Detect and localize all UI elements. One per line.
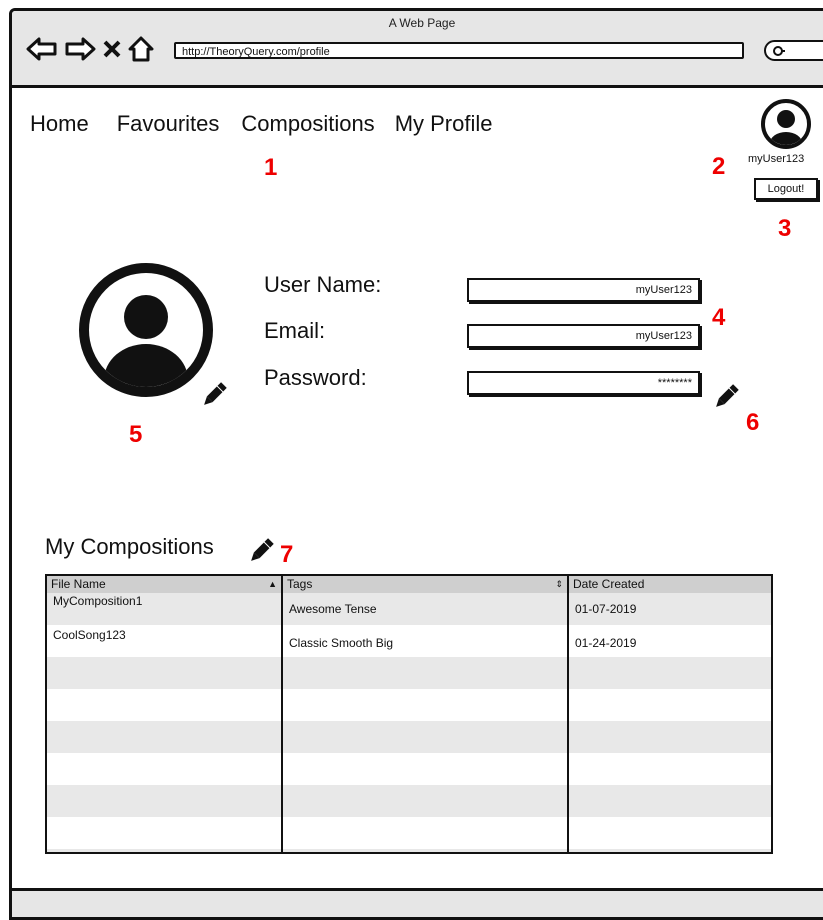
cell-file-name: MyComposition1 bbox=[53, 594, 143, 608]
nav-favourites[interactable]: Favourites bbox=[117, 111, 220, 137]
cell-file-name: CoolSong123 bbox=[53, 628, 126, 642]
pencil-icon[interactable] bbox=[710, 381, 742, 413]
pencil-icon[interactable] bbox=[198, 379, 230, 411]
nav-my-profile[interactable]: My Profile bbox=[395, 111, 493, 137]
annotation-5: 5 bbox=[129, 421, 143, 448]
profile-avatar-icon bbox=[79, 263, 213, 397]
status-bar bbox=[12, 888, 823, 917]
browser-window: A Web Page http://TheoryQuery.com/profil… bbox=[9, 8, 823, 920]
search-icon bbox=[773, 46, 785, 56]
header-username: myUser123 bbox=[748, 153, 805, 165]
browser-chrome: A Web Page http://TheoryQuery.com/profil… bbox=[12, 11, 823, 88]
annotation-6: 6 bbox=[746, 409, 760, 436]
annotation-2: 2 bbox=[712, 153, 726, 180]
username-label: User Name: bbox=[264, 272, 382, 297]
pencil-icon[interactable] bbox=[245, 535, 277, 567]
back-arrow-icon[interactable] bbox=[26, 37, 58, 61]
main-nav: Home Favourites Compositions My Profile bbox=[30, 111, 520, 137]
annotation-3: 3 bbox=[778, 215, 792, 242]
username-field[interactable]: myUser123 bbox=[467, 278, 700, 302]
forward-arrow-icon[interactable] bbox=[64, 37, 96, 61]
sort-asc-icon[interactable]: ▲ bbox=[268, 576, 277, 593]
sort-updown-icon[interactable]: ⇕ bbox=[555, 576, 563, 593]
cell-date: 01-24-2019 bbox=[575, 636, 637, 650]
compositions-title: My Compositions bbox=[45, 534, 214, 559]
user-avatar-icon[interactable] bbox=[761, 99, 811, 149]
nav-home[interactable]: Home bbox=[30, 111, 89, 137]
cell-tags: Classic Smooth Big bbox=[289, 636, 394, 650]
cell-tags: Awesome Tense bbox=[289, 602, 377, 616]
close-icon[interactable] bbox=[102, 37, 122, 61]
email-field[interactable]: myUser123 bbox=[467, 324, 700, 348]
url-bar[interactable]: http://TheoryQuery.com/profile bbox=[174, 42, 744, 59]
email-label: Email: bbox=[264, 318, 326, 343]
password-field[interactable]: ******** bbox=[467, 371, 700, 395]
annotation-7: 7 bbox=[280, 541, 294, 568]
home-icon[interactable] bbox=[128, 36, 154, 62]
compositions-table: File Name ▲ Tags ⇕ Date Created MyCompos… bbox=[45, 574, 773, 854]
cell-date: 01-07-2019 bbox=[575, 602, 637, 616]
nav-compositions[interactable]: Compositions bbox=[241, 111, 374, 137]
column-header-date-created[interactable]: Date Created bbox=[569, 576, 771, 593]
browser-search[interactable] bbox=[764, 40, 823, 61]
column-header-tags[interactable]: Tags ⇕ bbox=[283, 576, 567, 593]
column-header-file-name[interactable]: File Name ▲ bbox=[47, 576, 281, 593]
annotation-4: 4 bbox=[712, 304, 726, 331]
window-title: A Web Page bbox=[388, 16, 456, 30]
logout-button[interactable]: Logout! bbox=[754, 178, 818, 200]
password-label: Password: bbox=[264, 365, 367, 390]
annotation-1: 1 bbox=[264, 154, 278, 181]
